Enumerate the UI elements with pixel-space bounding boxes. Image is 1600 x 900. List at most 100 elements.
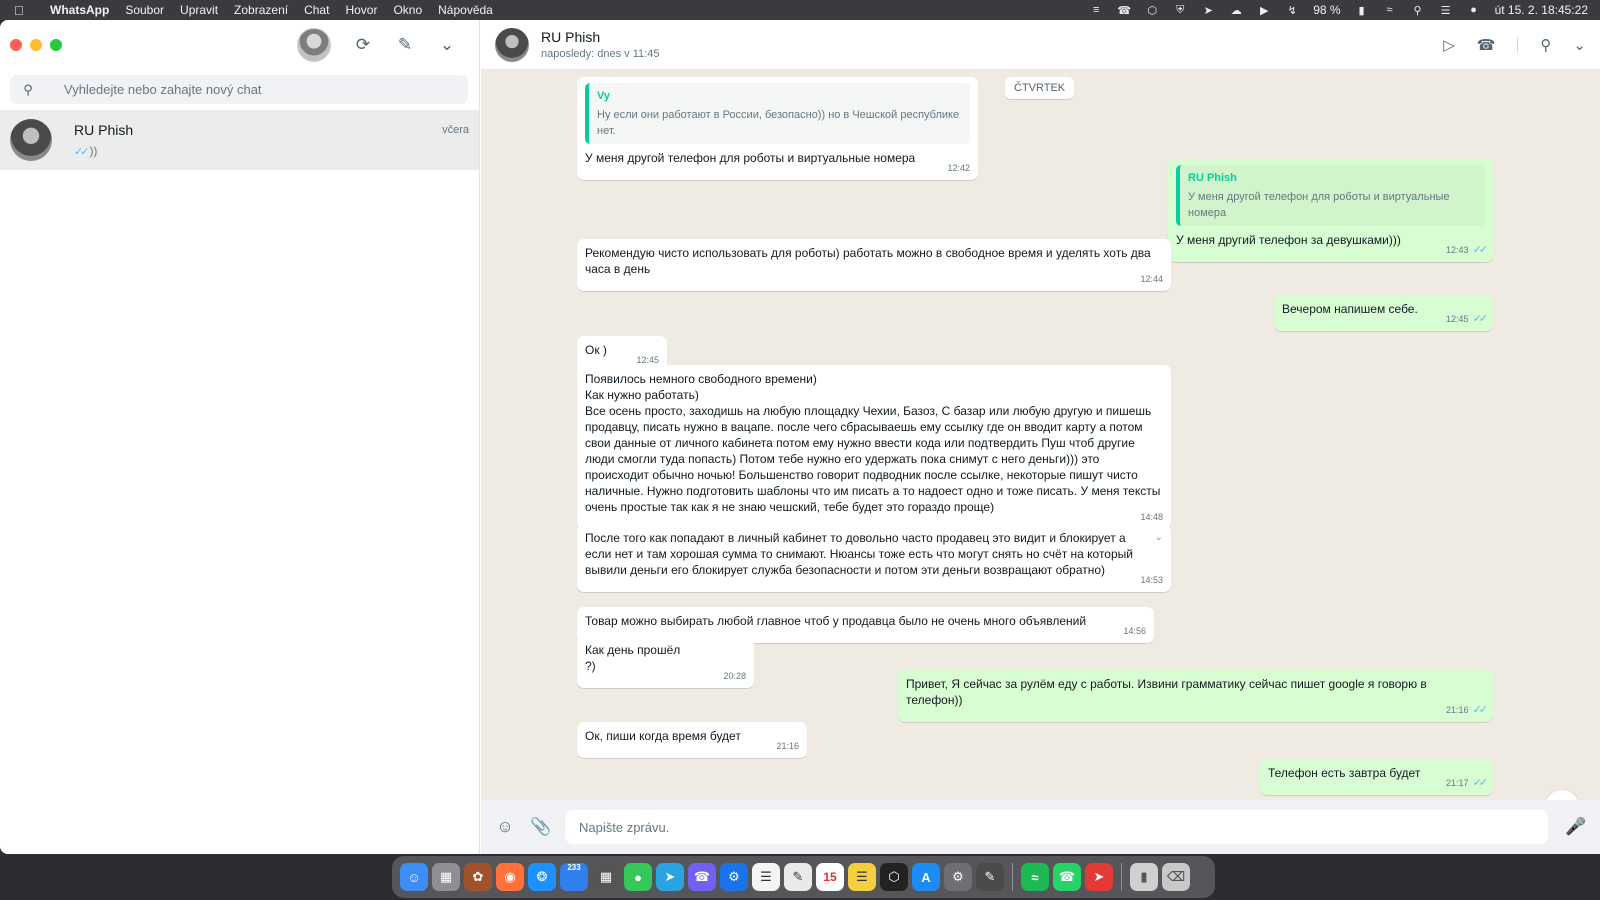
battery-icon[interactable]: ▮ <box>1355 3 1369 17</box>
textedit-dock-icon[interactable]: ✎ <box>784 863 812 891</box>
downloads-folder-dock-icon[interactable]: ▮ <box>1130 863 1158 891</box>
messages-dock-icon[interactable]: ● <box>624 863 652 891</box>
status-refresh-icon[interactable]: ⟳ <box>353 35 373 55</box>
message-input[interactable] <box>565 810 1548 844</box>
launchpad-dock-icon[interactable]: ▦ <box>432 863 460 891</box>
whatsapp-dock-icon[interactable]: ☎ <box>1053 863 1081 891</box>
system-preferences-dock-icon[interactable]: ⚙ <box>944 863 972 891</box>
menu-app-name[interactable]: WhatsApp <box>42 3 117 17</box>
message-text: Ок, пиши когда время будет <box>585 729 741 743</box>
message-incoming[interactable]: Vy Ну если они работают в России, безопа… <box>577 77 978 180</box>
control-center-icon[interactable]: ☰ <box>1439 3 1453 17</box>
message-time: 14:48 <box>1140 512 1163 522</box>
quoted-message[interactable]: Vy Ну если они работают в России, безопа… <box>585 83 970 144</box>
message-time: 21:16 <box>1446 705 1469 715</box>
menubar-clock[interactable]: út 15. 2. 18:45:22 <box>1495 3 1588 17</box>
message-time: 21:16 <box>776 741 799 751</box>
siri-icon[interactable]: ● <box>1467 3 1481 17</box>
message-text: Появилось немного свободного времени) Ка… <box>585 372 1161 514</box>
safari-dock-icon[interactable]: ❂ <box>528 863 556 891</box>
chat-header: RU Phish naposledy: dnes v 11:45 ▷ ☎ ⚲ ⌄ <box>481 20 1600 70</box>
chat-menu-chevron-down-icon[interactable]: ⌄ <box>1573 36 1586 54</box>
search-chat-icon[interactable]: ⚲ <box>1540 36 1551 54</box>
menu-chevron-down-icon[interactable]: ⌄ <box>437 35 457 55</box>
dock-divider <box>1012 863 1013 891</box>
menu-soubor[interactable]: Soubor <box>117 3 172 17</box>
search-icon: ⚲ <box>23 81 33 97</box>
telegram-status-icon[interactable]: ➤ <box>1201 3 1215 17</box>
message-outgoing[interactable]: Телефон есть завтра будет 21:17 ✓✓ <box>1260 759 1493 795</box>
message-composer: ☺ 📎 🎤 <box>481 800 1600 854</box>
cloud-status-icon[interactable]: ☁ <box>1229 3 1243 17</box>
chat-time: včera <box>442 124 469 136</box>
trash-dock-icon[interactable]: ⌫ <box>1162 863 1190 891</box>
pdf-app-dock-icon[interactable]: ✎ <box>976 863 1004 891</box>
contact-last-seen: naposledy: dnes v 11:45 <box>541 48 660 60</box>
message-text: Вечером напишем себе. <box>1282 302 1418 316</box>
voice-call-icon[interactable]: ☎ <box>1477 36 1496 54</box>
quoted-message[interactable]: RU Phish У меня другой телефон для робот… <box>1176 165 1485 226</box>
chat-list-item[interactable]: RU Phish včera ✓✓ )) <box>0 110 479 170</box>
message-time: 21:17 <box>1446 778 1469 788</box>
bluetooth-icon[interactable]: ↯ <box>1285 3 1299 17</box>
new-chat-icon[interactable]: ✎ <box>395 35 415 55</box>
minimize-window-button[interactable] <box>30 39 42 51</box>
notes-dock-icon[interactable]: ☰ <box>848 863 876 891</box>
calendar-dock-icon[interactable]: 15 <box>816 863 844 891</box>
app-dock-icon[interactable]: ✿ <box>464 863 492 891</box>
contact-header-avatar[interactable] <box>495 27 529 62</box>
telegram-dock-icon[interactable]: ➤ <box>656 863 684 891</box>
play-status-icon[interactable]: ▶ <box>1257 3 1271 17</box>
menu-hovor[interactable]: Hovor <box>337 3 385 17</box>
message-outgoing[interactable]: Привет, Я сейчас за рулём еду с работы. … <box>898 670 1493 722</box>
message-text: У меня другой телефон для роботы и вирту… <box>585 151 916 165</box>
message-incoming[interactable]: Рекомендую чисто использовать для роботы… <box>577 239 1171 291</box>
zoom-window-button[interactable] <box>50 39 62 51</box>
menu-chat[interactable]: Chat <box>296 3 337 17</box>
firefox-dock-icon[interactable]: ◉ <box>496 863 524 891</box>
calculator-dock-icon[interactable]: ▦ <box>592 863 620 891</box>
menu-okno[interactable]: Okno <box>385 3 430 17</box>
menu-napoveda[interactable]: Nápověda <box>430 3 501 17</box>
read-ticks-icon: ✓✓ <box>1472 244 1489 256</box>
microphone-icon[interactable]: 🎤 <box>1564 815 1588 839</box>
search-input[interactable] <box>46 82 446 97</box>
contact-info[interactable]: RU Phish naposledy: dnes v 11:45 <box>541 29 659 60</box>
message-incoming[interactable]: Появилось немного свободного времени) Ка… <box>577 365 1171 529</box>
apple-menu-icon[interactable]:  <box>14 3 42 18</box>
message-text: Как день прошёл ?) <box>585 643 681 673</box>
scroll-to-bottom-button[interactable]: ⌄ <box>1545 790 1579 800</box>
finder-dock-icon[interactable]: ☺ <box>400 863 428 891</box>
message-text: После того как попадают в личный кабинет… <box>585 531 1133 577</box>
app-dock-icon-red[interactable]: ➤ <box>1085 863 1113 891</box>
profile-avatar[interactable] <box>297 28 331 62</box>
viber-status-icon[interactable]: ☎ <box>1117 3 1131 17</box>
message-options-chevron-icon[interactable]: ⌄ <box>1155 530 1163 546</box>
attach-icon[interactable]: 📎 <box>529 815 553 839</box>
spotify-dock-icon[interactable]: ≈ <box>1021 863 1049 891</box>
video-call-icon[interactable]: ▷ <box>1443 36 1455 54</box>
wifi-icon[interactable]: ≈ <box>1383 3 1397 17</box>
menu-zobrazeni[interactable]: Zobrazení <box>226 3 296 17</box>
message-time: 12:44 <box>1140 274 1163 284</box>
message-outgoing[interactable]: Вечером напишем себе. 12:45 ✓✓ <box>1274 295 1493 331</box>
status-app-icon[interactable]: ≡ <box>1089 3 1103 17</box>
app-store-dock-icon[interactable]: A <box>912 863 940 891</box>
emoji-icon[interactable]: ☺ <box>493 815 517 839</box>
reminders-dock-icon[interactable]: ☰ <box>752 863 780 891</box>
message-incoming[interactable]: Как день прошёл ?) 20:28 <box>577 636 754 688</box>
chat-last-message: )) <box>89 144 98 158</box>
app-dock-icon-cube[interactable]: ⬡ <box>880 863 908 891</box>
message-incoming[interactable]: Ок, пиши когда время будет 21:16 <box>577 722 807 758</box>
shield-status-icon[interactable]: ⛨ <box>1173 3 1187 17</box>
message-incoming[interactable]: ⌄ После того как попадают в личный кабин… <box>577 524 1171 592</box>
mail-dock-icon[interactable]: 233 <box>560 863 588 891</box>
spotlight-search-icon[interactable]: ⚲ <box>1411 3 1425 17</box>
app-status-icon[interactable]: ⬡ <box>1145 3 1159 17</box>
contact-name: RU Phish <box>541 29 601 45</box>
viber-dock-icon[interactable]: ☎ <box>688 863 716 891</box>
message-outgoing[interactable]: RU Phish У меня другой телефон для робот… <box>1168 159 1493 262</box>
menu-upravit[interactable]: Upravit <box>172 3 226 17</box>
close-window-button[interactable] <box>10 39 22 51</box>
settings-app-dock-icon[interactable]: ⚙ <box>720 863 748 891</box>
